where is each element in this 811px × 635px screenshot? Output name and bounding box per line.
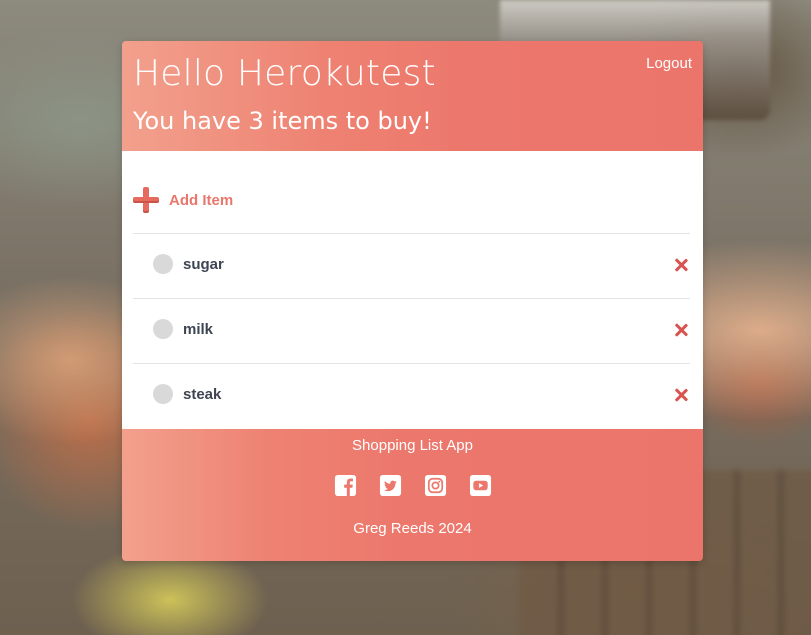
add-item-label[interactable]: Add Item: [169, 192, 233, 209]
logout-link[interactable]: Logout: [646, 55, 692, 72]
facebook-icon[interactable]: [334, 474, 357, 497]
greeting-title: Hello Herokutest: [133, 53, 436, 94]
instagram-icon[interactable]: [424, 474, 447, 497]
list-item: sugar: [133, 233, 690, 298]
footer-app-title: Shopping List App: [352, 437, 473, 454]
item-check-circle[interactable]: [153, 254, 173, 274]
twitter-icon[interactable]: [379, 474, 402, 497]
item-name: sugar: [183, 256, 224, 273]
item-check-circle[interactable]: [153, 384, 173, 404]
card-header: Hello Herokutest You have 3 items to buy…: [122, 41, 703, 151]
list-item: steak: [133, 363, 690, 428]
list-item: milk: [133, 298, 690, 363]
plus-icon[interactable]: [133, 187, 159, 213]
social-links: [122, 474, 703, 497]
youtube-icon[interactable]: [469, 474, 492, 497]
shopping-list-card: Hello Herokutest You have 3 items to buy…: [122, 41, 703, 561]
item-name: steak: [183, 386, 222, 403]
add-item-button[interactable]: Add Item: [133, 187, 233, 213]
list-panel: Add Item sugar milk steak: [122, 151, 703, 429]
item-name: milk: [183, 321, 214, 338]
card-footer: Shopping List App Greg Reeds 2024: [122, 429, 703, 561]
item-check-circle[interactable]: [153, 319, 173, 339]
footer-credit: Greg Reeds 2024: [353, 520, 472, 537]
delete-icon[interactable]: [674, 323, 688, 337]
delete-icon[interactable]: [674, 258, 688, 272]
items-count-text: You have 3 items to buy!: [133, 107, 432, 135]
shopping-list: sugar milk steak: [133, 233, 690, 428]
delete-icon[interactable]: [674, 388, 688, 402]
